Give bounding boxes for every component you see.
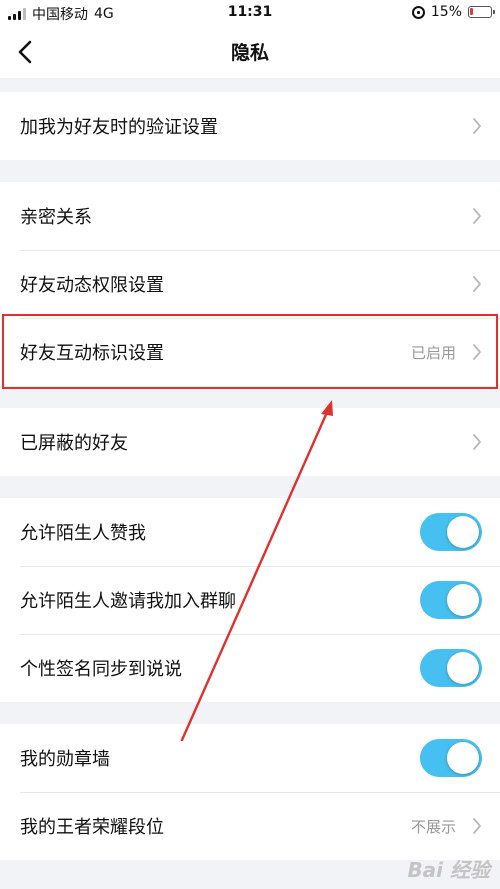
row-label: 我的勋章墙 (20, 749, 110, 770)
toggle-switch[interactable] (420, 581, 482, 619)
page-title: 隐私 (230, 42, 269, 64)
row-blocked-friends[interactable]: 已屏蔽的好友 (0, 408, 500, 476)
chevron-right-icon (473, 118, 481, 134)
toggle-knob (447, 652, 479, 684)
status-right: 15% (411, 4, 495, 20)
battery-percent: 15% (430, 4, 462, 20)
row-interaction-badge[interactable]: 好友互动标识设置 已启用 (0, 318, 500, 386)
battery-fill (470, 8, 473, 15)
toggle-knob (447, 584, 479, 616)
battery-icon (468, 6, 495, 18)
group-blocked: 已屏蔽的好友 (0, 408, 500, 476)
row-label: 加我为好友时的验证设置 (20, 117, 218, 138)
group-relations: 亲密关系 好友动态权限设置 好友互动标识设置 已启用 (0, 182, 500, 386)
row-medal-wall: 我的勋章墙 (0, 724, 500, 792)
chevron-right-icon (473, 208, 481, 224)
row-friend-verification[interactable]: 加我为好友时的验证设置 (0, 92, 500, 160)
toggle-switch[interactable] (420, 649, 482, 687)
row-label: 个性签名同步到说说 (20, 659, 182, 680)
toggle-switch[interactable] (420, 739, 482, 777)
row-signature-sync: 个性签名同步到说说 (0, 634, 500, 702)
row-king-rank[interactable]: 我的王者荣耀段位 不展示 (0, 792, 500, 860)
group-honors: 我的勋章墙 我的王者荣耀段位 不展示 (0, 724, 500, 860)
status-value: 不展示 (410, 817, 456, 836)
row-label: 已屏蔽的好友 (20, 433, 128, 454)
toggle-knob (447, 516, 479, 548)
group-verification: 加我为好友时的验证设置 (0, 92, 500, 160)
row-allow-stranger-like: 允许陌生人赞我 (0, 498, 500, 566)
status-bar: 中国移动 4G 11:31 15% (0, 0, 500, 26)
chevron-right-icon (473, 818, 481, 834)
watermark: Bai 经验 (407, 858, 490, 882)
row-label: 允许陌生人邀请我加入群聊 (20, 591, 236, 612)
row-intimate-relation[interactable]: 亲密关系 (0, 182, 500, 250)
row-label: 亲密关系 (20, 207, 92, 228)
rotation-lock-icon (411, 5, 425, 19)
row-allow-stranger-invite: 允许陌生人邀请我加入群聊 (0, 566, 500, 634)
status-value: 已启用 (410, 343, 456, 362)
chevron-right-icon (473, 434, 481, 450)
row-label: 好友动态权限设置 (20, 275, 164, 296)
row-feed-permission[interactable]: 好友动态权限设置 (0, 250, 500, 318)
nav-bar: 隐私 (0, 26, 500, 78)
row-label: 我的王者荣耀段位 (20, 817, 164, 838)
toggle-switch[interactable] (420, 513, 482, 551)
chevron-right-icon (473, 276, 481, 292)
toggle-knob (447, 742, 479, 774)
row-label: 允许陌生人赞我 (20, 523, 146, 544)
chevron-right-icon (473, 344, 481, 360)
row-label: 好友互动标识设置 (20, 343, 164, 364)
group-toggles: 允许陌生人赞我 允许陌生人邀请我加入群聊 个性签名同步到说说 (0, 498, 500, 702)
